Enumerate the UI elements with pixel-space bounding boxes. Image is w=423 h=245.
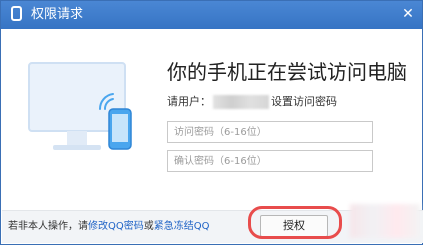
monitor-phone-illustration — [28, 62, 132, 150]
title-bar: 权限请求 ✕ — [1, 1, 422, 29]
footer-or: 或 — [143, 221, 154, 232]
emergency-freeze-link[interactable]: 紧急冻结QQ — [154, 221, 210, 232]
user-instruction: 请用户： 设置访问密码 — [167, 95, 337, 109]
change-qq-password-link[interactable]: 修改QQ密码 — [88, 221, 144, 232]
close-icon[interactable]: ✕ — [398, 4, 418, 24]
user-prefix: 请用户： — [167, 95, 211, 108]
access-password-input[interactable] — [167, 121, 373, 143]
window-title: 权限请求 — [31, 7, 84, 22]
confirm-password-input[interactable] — [167, 150, 373, 172]
red-highlight-annotation — [248, 206, 342, 239]
phone-window-icon — [11, 6, 22, 21]
heading: 你的手机正在尝试访问电脑 — [167, 60, 407, 84]
phone-icon — [108, 108, 132, 150]
blurred-region — [350, 204, 420, 238]
footer-prefix: 若非本人操作，请 — [8, 221, 88, 232]
footer-text: 若非本人操作，请修改QQ密码或紧急冻结QQ — [8, 220, 210, 234]
redacted-username — [213, 95, 269, 109]
user-suffix: 设置访问密码 — [271, 95, 337, 108]
